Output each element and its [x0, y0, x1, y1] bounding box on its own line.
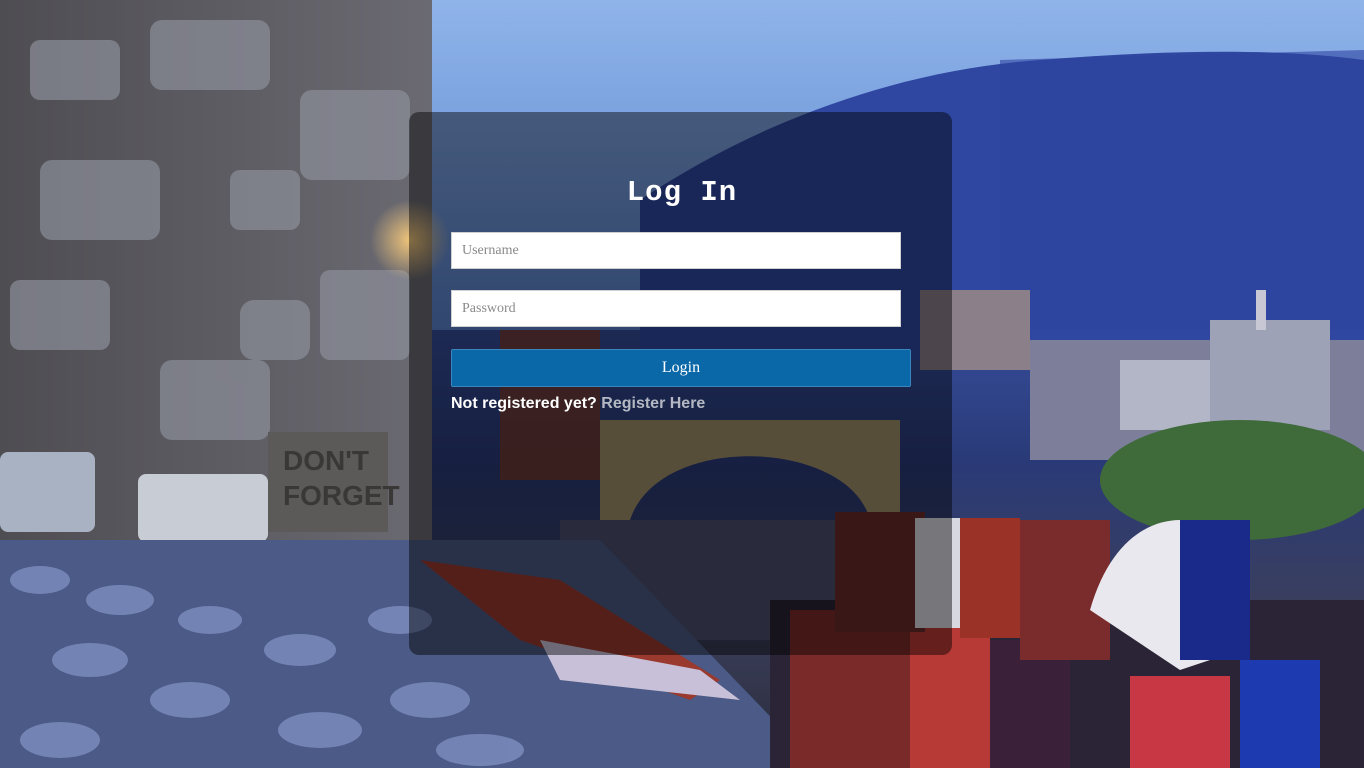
page-title: Log In [626, 176, 738, 209]
svg-text:FORGET: FORGET [283, 480, 400, 511]
login-button[interactable]: Login [451, 349, 911, 387]
register-link[interactable]: Register Here [601, 395, 705, 412]
register-prompt-text: Not registered yet? [451, 395, 597, 412]
username-input[interactable] [451, 232, 901, 269]
password-input[interactable] [451, 290, 901, 327]
register-prompt-line: Not registered yet? Register Here [451, 395, 705, 413]
sign-text: DON'T [283, 445, 369, 476]
